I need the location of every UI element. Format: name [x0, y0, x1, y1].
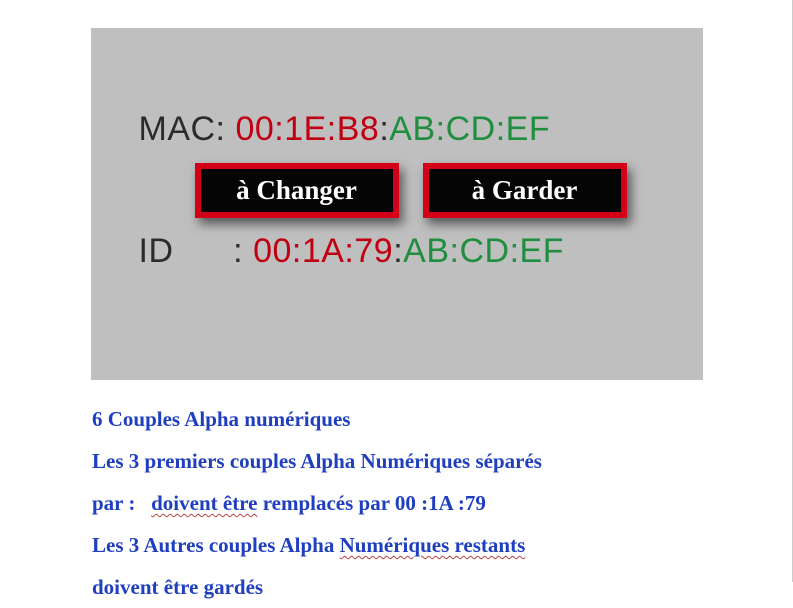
instruction-line-1: 6 Couples Alpha numériques [92, 398, 701, 440]
mac-separator: : [379, 110, 389, 148]
line3-post: remplacés par 00 :1A :79 [257, 491, 485, 515]
instruction-line-2: Les 3 premiers couples Alpha Numériques … [92, 440, 701, 482]
keep-button[interactable]: à Garder [423, 163, 627, 218]
id-line: ID : 00:1A:79:AB:CD:EF [139, 232, 655, 271]
mac-label: MAC: [139, 110, 236, 148]
mac-prefix: 00:1E:B8 [235, 110, 379, 148]
line4-pre: Les 3 Autres couples Alpha [92, 533, 340, 557]
instructions-block: 6 Couples Alpha numériques Les 3 premier… [90, 398, 703, 608]
id-prefix: 00:1A:79 [253, 232, 393, 270]
change-button[interactable]: à Changer [195, 163, 399, 218]
id-separator: : [393, 232, 403, 270]
mac-id-diagram: MAC: 00:1E:B8:AB:CD:EF à Changer à Garde… [91, 28, 703, 380]
id-label-colon [174, 232, 224, 270]
id-label-sep: : [223, 232, 253, 270]
mac-suffix: AB:CD:EF [389, 110, 550, 148]
instruction-line-4: Les 3 Autres couples Alpha Numériques re… [92, 524, 701, 566]
button-row: à Changer à Garder [195, 163, 655, 218]
mac-line: MAC: 00:1E:B8:AB:CD:EF [139, 110, 655, 149]
line4-wavy: Numériques restants [340, 533, 526, 557]
id-suffix: AB:CD:EF [403, 232, 564, 270]
id-label: ID [139, 232, 174, 270]
line3-wavy: doivent être [151, 491, 257, 515]
line3-pre: par : [92, 491, 151, 515]
instruction-line-5: doivent être gardés [92, 566, 701, 608]
instruction-line-3: par : doivent être remplacés par 00 :1A … [92, 482, 701, 524]
